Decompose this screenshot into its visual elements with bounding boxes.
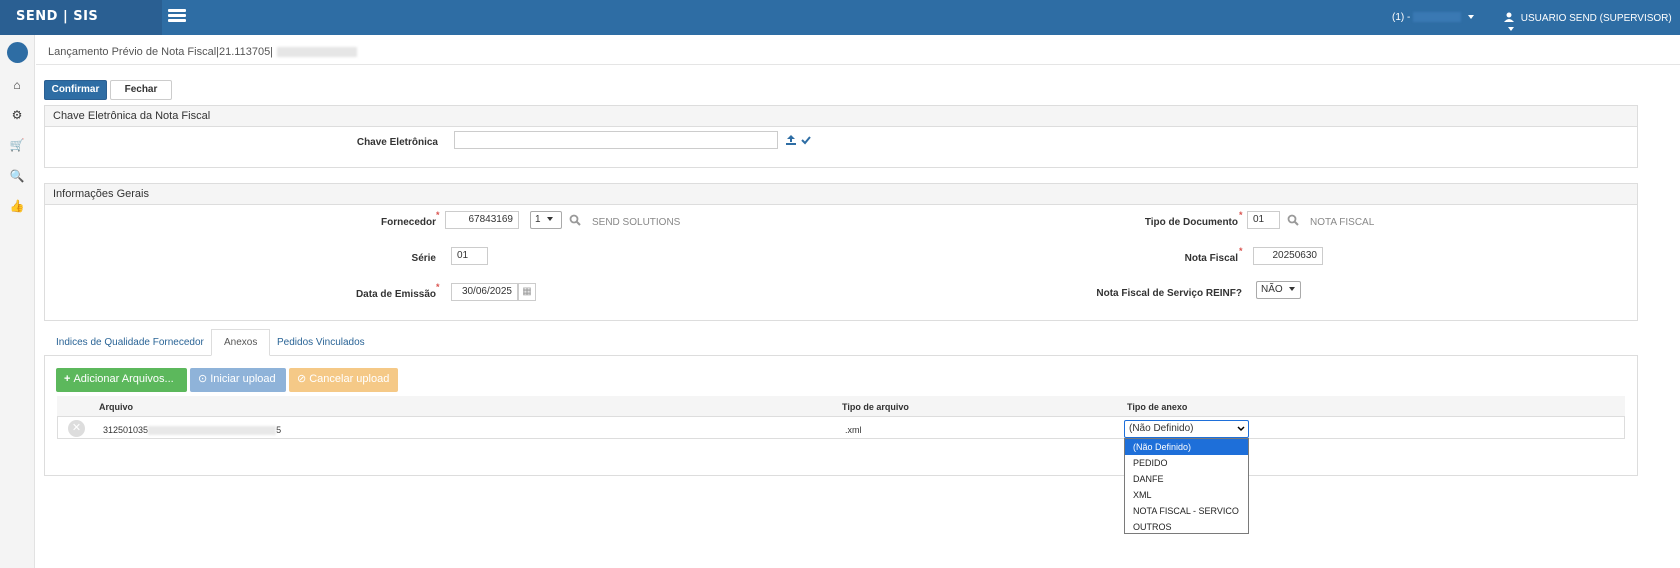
serie-label: Série	[411, 253, 436, 264]
file-name-start: 312501035	[103, 425, 149, 435]
remove-file-icon[interactable]: ✕	[68, 420, 85, 437]
upload-circle-icon: ⊙	[198, 373, 208, 385]
upload-icon[interactable]	[786, 135, 796, 145]
search-icon[interactable]	[569, 214, 581, 226]
menu-toggle-icon[interactable]	[168, 9, 186, 23]
user-menu[interactable]: USUARIO SEND (SUPERVISOR)	[1504, 12, 1680, 35]
redacted-company	[1413, 12, 1462, 23]
fornecedor-label: Fornecedor	[380, 217, 436, 228]
ban-icon: ⊘	[297, 373, 307, 385]
column-header-arquivo: Arquivo	[99, 402, 134, 412]
cancel-upload-button[interactable]: ⊘ Cancelar upload	[289, 368, 398, 392]
plus-icon: +	[64, 373, 71, 385]
chevron-down-icon	[1288, 287, 1295, 292]
chevron-down-icon	[1467, 15, 1474, 20]
user-icon	[1504, 12, 1514, 22]
fornecedor-seq-select[interactable]: 1	[530, 211, 562, 229]
company-selector-label: (1) -	[1392, 12, 1411, 23]
start-upload-button[interactable]: ⊙ Iniciar upload	[190, 368, 286, 392]
home-icon[interactable]: ⌂	[9, 77, 25, 93]
cart-icon[interactable]: 🛒	[9, 137, 25, 153]
company-selector[interactable]: (1) -	[1392, 12, 1474, 23]
page-title: Lançamento Prévio de Nota Fiscal|21.1137…	[48, 46, 358, 58]
required-marker: *	[436, 210, 440, 220]
data-emissao-label: Data de Emissão	[355, 289, 436, 300]
app-logo-icon	[7, 42, 28, 63]
option-pedido[interactable]: PEDIDO	[1125, 455, 1248, 471]
required-marker: *	[1239, 246, 1243, 256]
tab-indices-qualidade[interactable]: Indices de Qualidade Fornecedor	[44, 330, 216, 356]
chave-panel: Chave Eletrônica da Nota Fiscal	[44, 105, 1638, 168]
calendar-icon[interactable]: ▦	[518, 283, 536, 301]
user-name: USUARIO SEND (SUPERVISOR)	[1520, 13, 1672, 24]
add-files-label: Adicionar Arquivos...	[73, 373, 174, 385]
brand-logo[interactable]: SEND | SIS	[0, 0, 162, 35]
info-panel-title: Informações Gerais	[45, 184, 1637, 205]
tipo-documento-name: NOTA FISCAL	[1310, 217, 1375, 228]
file-name-end: 5	[276, 425, 282, 435]
required-marker: *	[1239, 210, 1243, 220]
info-panel: Informações Gerais	[44, 183, 1638, 321]
file-name: 312501035 5	[103, 425, 282, 436]
close-button[interactable]: Fechar	[110, 80, 172, 100]
add-files-button[interactable]: + Adicionar Arquivos...	[56, 368, 187, 392]
check-icon[interactable]	[801, 135, 811, 145]
option-nota-fiscal-servico[interactable]: NOTA FISCAL - SERVICO	[1125, 503, 1248, 519]
serie-input[interactable]: 01	[451, 247, 488, 265]
fornecedor-name: SEND SOLUTIONS	[592, 217, 681, 228]
column-header-tipo-anexo: Tipo de anexo	[1127, 402, 1188, 412]
search-icon[interactable]: 🔍	[9, 168, 25, 184]
chave-input[interactable]	[454, 131, 778, 149]
gears-icon[interactable]: ⚙	[9, 107, 25, 123]
tab-anexos[interactable]: Anexos	[211, 329, 271, 356]
chave-panel-title: Chave Eletrônica da Nota Fiscal	[45, 106, 1637, 127]
reinf-label: Nota Fiscal de Serviço REINF?	[1096, 288, 1242, 299]
nota-fiscal-input[interactable]: 20250630	[1253, 247, 1323, 265]
option-nao-definido[interactable]: (Não Definido)	[1125, 439, 1248, 455]
file-type: .xml	[845, 425, 862, 435]
chave-label: Chave Eletrônica	[356, 137, 438, 148]
chevron-down-icon	[546, 217, 553, 222]
chevron-down-icon	[1508, 27, 1514, 32]
option-xml[interactable]: XML	[1125, 487, 1248, 503]
reinf-select[interactable]: NÃO	[1256, 281, 1301, 299]
option-outros[interactable]: OUTROS	[1125, 519, 1248, 535]
option-danfe[interactable]: DANFE	[1125, 471, 1248, 487]
fornecedor-code-input[interactable]: 67843169	[445, 211, 519, 229]
tipo-documento-code-input[interactable]: 01	[1247, 211, 1280, 229]
confirm-button[interactable]: Confirmar	[44, 80, 107, 100]
attachment-type-dropdown: (Não Definido) PEDIDO DANFE XML NOTA FIS…	[1124, 438, 1249, 534]
cancel-upload-label: Cancelar upload	[309, 373, 390, 385]
data-emissao-input[interactable]: 30/06/2025	[451, 283, 518, 301]
start-upload-label: Iniciar upload	[210, 373, 276, 385]
tab-pedidos-vinculados[interactable]: Pedidos Vinculados	[265, 330, 377, 356]
tipo-documento-label: Tipo de Documento	[1144, 217, 1238, 228]
files-table-header	[57, 396, 1625, 417]
redacted-file-name	[148, 426, 277, 436]
redacted-title	[277, 47, 358, 58]
attachment-type-select[interactable]: (Não Definido)	[1124, 420, 1249, 438]
nota-fiscal-label: Nota Fiscal	[1184, 253, 1238, 264]
search-icon[interactable]	[1287, 214, 1299, 226]
thumbs-up-icon[interactable]: 👍	[9, 198, 25, 214]
required-marker: *	[436, 282, 440, 292]
chevron-down-icon	[1237, 426, 1245, 432]
column-header-tipo-arquivo: Tipo de arquivo	[842, 402, 909, 412]
